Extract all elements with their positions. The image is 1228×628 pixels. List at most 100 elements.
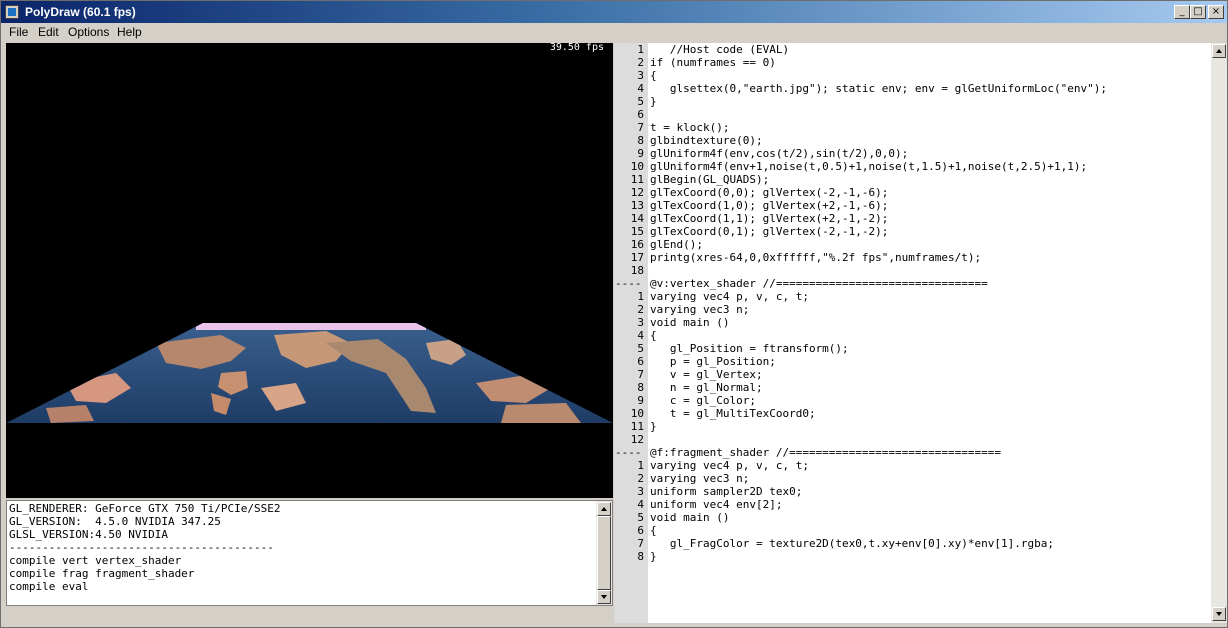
console-vertical-scrollbar[interactable] xyxy=(596,501,612,605)
menu-edit[interactable]: Edit xyxy=(38,25,59,39)
line-text: p = gl_Position; xyxy=(650,355,776,368)
line-number: 7 xyxy=(637,121,644,134)
console-output: GL_RENDERER: GeForce GTX 750 Ti/PCIe/SSE… xyxy=(9,502,281,593)
line-text: glTexCoord(1,0); glVertex(+2,-1,-6); xyxy=(650,199,889,212)
scroll-up-button[interactable] xyxy=(597,502,611,516)
app-icon[interactable] xyxy=(5,5,19,19)
line-text: uniform vec4 env[2]; xyxy=(650,498,783,511)
line-number: 6 xyxy=(637,524,644,537)
line-text: glTexCoord(0,0); glVertex(-2,-1,-6); xyxy=(650,186,889,199)
line-text: t = gl_MultiTexCoord0; xyxy=(650,407,816,420)
line-number: 11 xyxy=(630,173,644,186)
line-number: 14 xyxy=(630,212,644,225)
line-number: 11 xyxy=(630,420,644,433)
line-text: void main () xyxy=(650,316,730,329)
line-number: 8 xyxy=(637,381,644,394)
log-console[interactable]: GL_RENDERER: GeForce GTX 750 Ti/PCIe/SSE… xyxy=(6,500,613,606)
line-text: { xyxy=(650,329,657,342)
earth-quad-render xyxy=(6,323,613,423)
line-text: v = gl_Vertex; xyxy=(650,368,763,381)
line-number: 16 xyxy=(630,238,644,251)
line-number: 1 xyxy=(637,43,644,56)
line-text: void main () xyxy=(650,511,730,524)
line-number: 5 xyxy=(637,342,644,355)
line-number: ---- xyxy=(615,277,642,290)
line-text: printg(xres-64,0,0xffffff,"%.2f fps",num… xyxy=(650,251,982,264)
line-text: glbindtexture(0); xyxy=(650,134,763,147)
line-text: } xyxy=(650,95,657,108)
editor-scroll-up-button[interactable] xyxy=(1212,44,1226,58)
line-text: varying vec3 n; xyxy=(650,472,750,485)
line-number: 4 xyxy=(637,82,644,95)
line-number: 7 xyxy=(637,537,644,550)
line-number: 4 xyxy=(637,329,644,342)
line-text: if (numframes == 0) xyxy=(650,56,776,69)
line-text: glEnd(); xyxy=(650,238,703,251)
line-text: uniform sampler2D tex0; xyxy=(650,485,803,498)
line-text: glUniform4f(env,cos(t/2),sin(t/2),0,0); xyxy=(650,147,909,160)
line-text: n = gl_Normal; xyxy=(650,381,763,394)
line-number: 1 xyxy=(637,459,644,472)
line-number: ---- xyxy=(615,446,642,459)
line-number: 10 xyxy=(630,160,644,173)
window-title: PolyDraw (60.1 fps) xyxy=(25,5,136,19)
menu-bar: File Edit Options Help xyxy=(1,23,1227,41)
line-text: @v:vertex_shader //=====================… xyxy=(650,277,988,290)
fps-counter: 39.50 fps xyxy=(549,43,604,53)
opengl-viewport[interactable]: 39.50 fps xyxy=(6,43,613,498)
close-button[interactable]: × xyxy=(1208,5,1224,19)
line-number: 2 xyxy=(637,56,644,69)
line-number: 7 xyxy=(637,368,644,381)
line-text: glTexCoord(0,1); glVertex(-2,-1,-2); xyxy=(650,225,889,238)
line-text: { xyxy=(650,524,657,537)
line-number: 2 xyxy=(637,472,644,485)
console-horizontal-scrollbar[interactable] xyxy=(6,607,613,623)
line-text: varying vec3 n; xyxy=(650,303,750,316)
code-editor[interactable]: 1 //Host code (EVAL) 2 if (numframes == 0)… xyxy=(614,43,1211,623)
line-number: 8 xyxy=(637,134,644,147)
line-number: 8 xyxy=(637,550,644,563)
minimize-button[interactable]: _ xyxy=(1174,5,1190,19)
line-number: 6 xyxy=(637,108,644,121)
line-text: varying vec4 p, v, c, t; xyxy=(650,459,809,472)
scroll-thumb[interactable] xyxy=(597,516,611,590)
title-bar[interactable]: PolyDraw (60.1 fps) _ □ × xyxy=(1,1,1227,23)
line-number: 13 xyxy=(630,199,644,212)
menu-options[interactable]: Options xyxy=(68,25,109,39)
line-text: //Host code (EVAL) xyxy=(650,43,790,56)
app-window: PolyDraw (60.1 fps) _ □ × File Edit Opti… xyxy=(0,0,1228,628)
line-text: gl_Position = ftransform(); xyxy=(650,342,849,355)
editor-vertical-scrollbar[interactable] xyxy=(1211,43,1227,623)
line-number: 4 xyxy=(637,498,644,511)
line-text: @f:fragment_shader //===================… xyxy=(650,446,1001,459)
line-number: 5 xyxy=(637,511,644,524)
editor-scroll-down-button[interactable] xyxy=(1212,607,1226,621)
line-text: c = gl_Color; xyxy=(650,394,756,407)
line-number: 3 xyxy=(637,69,644,82)
line-text: } xyxy=(650,550,657,563)
line-number: 17 xyxy=(630,251,644,264)
line-number: 9 xyxy=(637,394,644,407)
scroll-down-button[interactable] xyxy=(597,590,611,604)
line-text: glUniform4f(env+1,noise(t,0.5)+1,noise(t… xyxy=(650,160,1088,173)
line-text: glTexCoord(1,1); glVertex(+2,-1,-2); xyxy=(650,212,889,225)
line-text: glBegin(GL_QUADS); xyxy=(650,173,770,186)
line-number: 15 xyxy=(630,225,644,238)
line-text: gl_FragColor = texture2D(tex0,t.xy+env[0… xyxy=(650,537,1054,550)
line-number: 18 xyxy=(630,264,644,277)
line-number: 2 xyxy=(637,303,644,316)
line-number: 12 xyxy=(630,186,644,199)
line-text: t = klock(); xyxy=(650,121,730,134)
menu-help[interactable]: Help xyxy=(117,25,142,39)
menu-file[interactable]: File xyxy=(9,25,28,39)
line-number: 1 xyxy=(637,290,644,303)
line-text: glsettex(0,"earth.jpg"); static env; env… xyxy=(650,82,1107,95)
line-text: { xyxy=(650,69,657,82)
maximize-button[interactable]: □ xyxy=(1190,5,1206,19)
line-number: 12 xyxy=(630,433,644,446)
line-number: 3 xyxy=(637,316,644,329)
line-number: 5 xyxy=(637,95,644,108)
line-text: varying vec4 p, v, c, t; xyxy=(650,290,809,303)
line-number: 3 xyxy=(637,485,644,498)
line-number: 10 xyxy=(630,407,644,420)
